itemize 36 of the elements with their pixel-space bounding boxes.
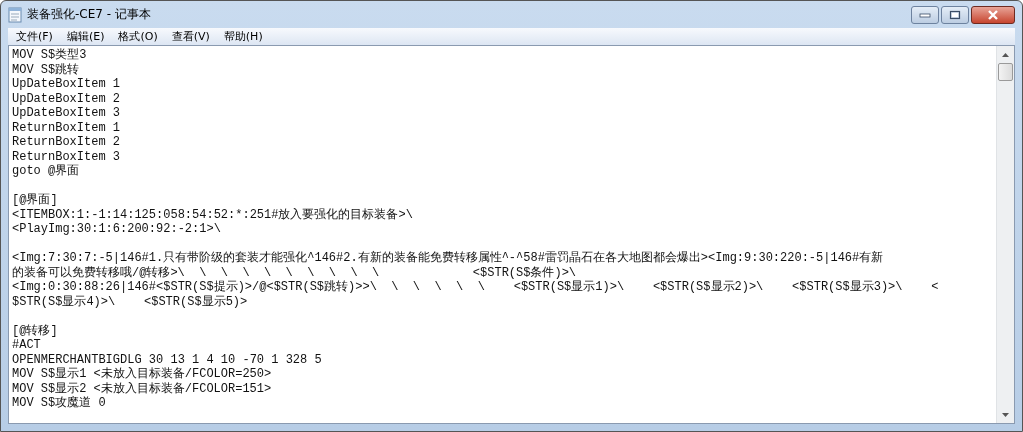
text-line: ReturnBoxItem 1 (12, 120, 122, 135)
text-line: ReturnBoxItem 2 (12, 135, 122, 150)
text-line: UpDateBoxItem 3 (12, 106, 122, 121)
text-line: 的装备可以免费转移哦/@转移>\ \ \ \ \ \ \ \ \ \ <$STR(S$条件)>\ (12, 265, 578, 280)
text-line: UpDateBoxItem 1 (12, 77, 122, 92)
close-icon (987, 10, 999, 20)
minimize-icon (919, 12, 931, 18)
vertical-scrollbar[interactable] (996, 46, 1014, 423)
notepad-icon (8, 6, 22, 23)
text-line: [@转移] (12, 323, 59, 338)
text-line: <Img:7:30:7:-5|146#1.只有带阶级的套装才能强化^146#2.有新的装备能免费转移属性^-^58#雷罚晶石在各大地图都会爆出><Img:9:30:220:-5|146#有新 (12, 251, 885, 266)
text-line: OPENMERCHANTBIGDLG 30 13 1 4 10 -70 1 328 5 (12, 352, 323, 367)
text-line: MOV S$跳转 (12, 62, 81, 77)
maximize-button[interactable] (941, 6, 969, 24)
text-line: MOV S$显示2 <未放入目标装备/FCOLOR=151> (12, 381, 273, 396)
menu-item[interactable]: 编辑(E) (60, 29, 113, 44)
text-line: #ACT (12, 338, 42, 353)
text-line: goto @界面 (12, 164, 81, 179)
menu-item[interactable]: 文件(F) (10, 29, 61, 44)
text-line: MOV S$显示1 <未放入目标装备/FCOLOR=250> (12, 367, 273, 382)
text-line: [@界面] (12, 193, 59, 208)
text-line: MOV S$攻魔道 0 (12, 396, 107, 411)
menu-item[interactable]: 格式(O) (112, 29, 166, 44)
text-line: UpDateBoxItem 2 (12, 91, 122, 106)
text-line: <ITEMBOX:1:-1:14:125:058:54:52:*:251#放入要强化的目标装备>\ (12, 207, 414, 222)
maximize-icon (949, 10, 961, 20)
close-button[interactable] (971, 6, 1015, 24)
menu-item[interactable]: 帮助(H) (217, 29, 271, 44)
text-line: <PlayImg:30:1:6:200:92:-2:1>\ (12, 222, 222, 237)
window-title: 装备强化-CE7 - 记事本 (27, 6, 151, 23)
text-line: ReturnBoxItem 3 (12, 149, 122, 164)
menu-item[interactable]: 查看(V) (165, 29, 218, 44)
text-line: <Img:0:30:88:26|146#<$STR(S$提示)>/@<$STR(S$跳转)>>\ \ \ \ \ \ <$STR(S$显示1)>\ <$STR(S$显示2)>\ <$STR(S$显示3)>\ < (12, 280, 940, 295)
scroll-thumb[interactable] (998, 63, 1013, 81)
text-line: $STR(S$显示4)>\ <$STR(S$显示5)> (12, 294, 249, 309)
text-line: MOV S$类型3 (12, 48, 88, 63)
